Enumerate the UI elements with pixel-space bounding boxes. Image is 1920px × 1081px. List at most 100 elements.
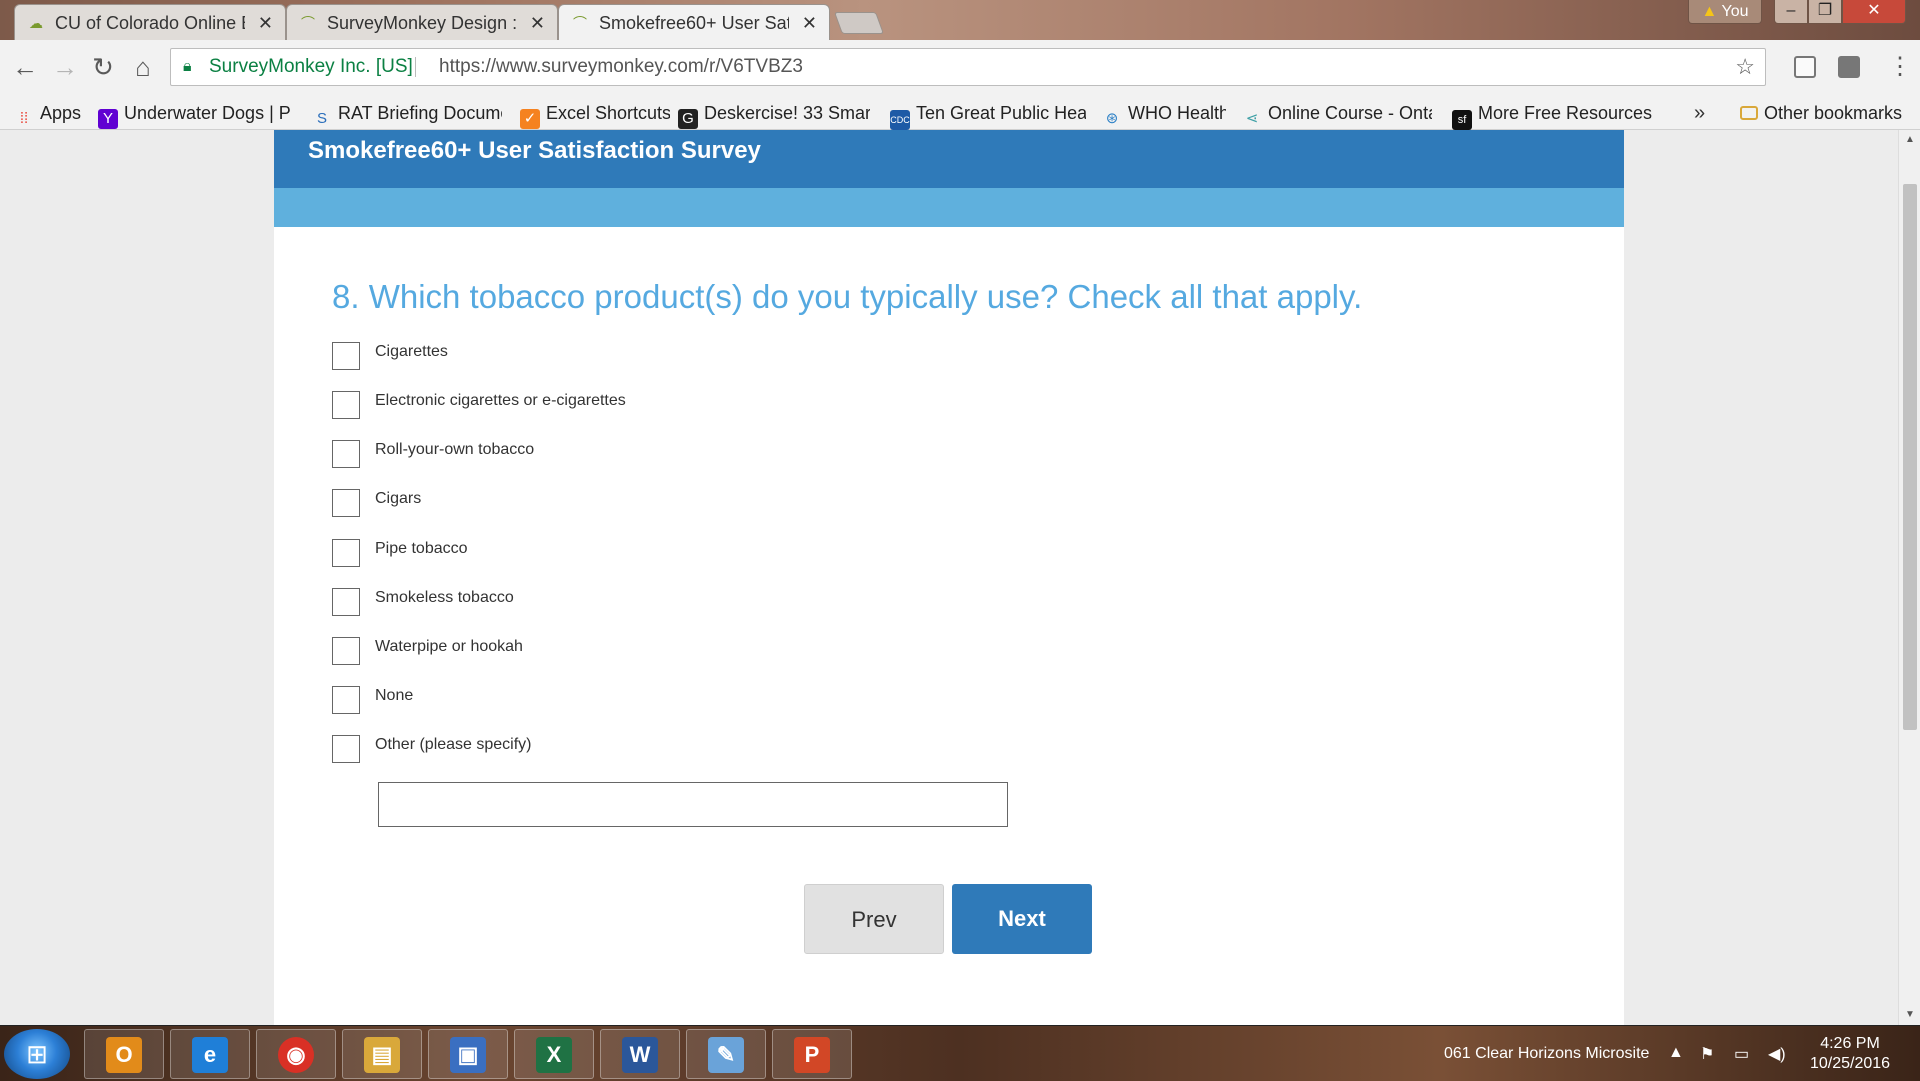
checkbox[interactable]	[332, 735, 360, 763]
question-title: 8. Which tobacco product(s) do you typic…	[332, 278, 1363, 315]
checkbox[interactable]	[332, 637, 360, 665]
bookmark-who-health[interactable]: ⊛ WHO Health	[1102, 96, 1226, 130]
site-identity[interactable]: SurveyMonkey Inc. [US]	[209, 49, 413, 85]
menu-dots-icon[interactable]: ⋮	[1888, 50, 1912, 84]
bookmark-apps[interactable]: ⁞⁞ Apps	[14, 96, 84, 130]
chrome-icon: ◉	[278, 1037, 314, 1073]
prev-button[interactable]: Prev	[804, 884, 944, 954]
checkbox[interactable]	[332, 391, 360, 419]
bookmarks-overflow-icon[interactable]: »	[1694, 96, 1705, 130]
extension-pocket-icon[interactable]	[1838, 56, 1860, 78]
taskbar-remote-desktop[interactable]: ▣	[428, 1029, 508, 1079]
option-label: Smokeless tobacco	[375, 589, 514, 606]
yahoo-icon: Y	[98, 109, 118, 129]
tab-title: SurveyMonkey Design : S	[327, 13, 517, 33]
home-icon[interactable]: ⌂	[126, 50, 160, 84]
checkbox[interactable]	[332, 539, 360, 567]
checkbox[interactable]	[332, 686, 360, 714]
who-icon: ⊛	[1105, 110, 1119, 127]
warning-icon: ▲	[1701, 3, 1718, 20]
close-icon[interactable]: ✕	[802, 5, 817, 41]
scroll-thumb[interactable]	[1903, 184, 1917, 730]
bookmark-label: WHO Health	[1128, 103, 1226, 123]
address-bar[interactable]: 🔒︎ SurveyMonkey Inc. [US] https://www.su…	[170, 48, 1766, 86]
other-bookmarks[interactable]: Other bookmarks	[1740, 96, 1918, 130]
extension-page-icon[interactable]	[1794, 56, 1816, 78]
internet-explorer-icon: e	[192, 1037, 228, 1073]
windows-taskbar: ⊞ O e ◉ ▤ ▣ X W ✎ P 061 Clear Horizons M…	[0, 1025, 1920, 1081]
clock-time: 4:26 PM	[1820, 1035, 1880, 1052]
address-separator	[415, 57, 416, 77]
user-profile-badge[interactable]: ▲ You	[1688, 0, 1762, 24]
vertical-scrollbar[interactable]: ▲ ▼	[1898, 130, 1920, 1025]
browser-toolbar: ← → ↻ ⌂ 🔒︎ SurveyMonkey Inc. [US] https:…	[0, 40, 1920, 96]
checkbox[interactable]	[332, 489, 360, 517]
taskbar-word[interactable]: W	[600, 1029, 680, 1079]
volume-icon[interactable]: ◀)	[1768, 1044, 1786, 1064]
back-arrow-icon[interactable]: ←	[8, 50, 42, 84]
taskbar-powerpoint[interactable]: P	[772, 1029, 852, 1079]
folder-icon	[1740, 106, 1758, 120]
next-button[interactable]: Next	[952, 884, 1092, 954]
option-label: Electronic cigarettes or e-cigarettes	[375, 392, 626, 409]
tab-smokefree-survey[interactable]: ⌒ Smokefree60+ User Satis ✕	[558, 4, 830, 41]
reload-icon[interactable]: ↻	[86, 50, 120, 84]
option-label: None	[375, 687, 414, 704]
taskbar-paint[interactable]: ✎	[686, 1029, 766, 1079]
survey-header: Smokefree60+ User Satisfaction Survey	[274, 130, 1624, 188]
action-center-flag-icon[interactable]: ⚑	[1700, 1044, 1714, 1064]
survey-progress-band	[274, 188, 1624, 227]
bookmark-label: Underwater Dogs | Ph	[124, 103, 290, 123]
url-text[interactable]: https://www.surveymonkey.com/r/V6TVBZ3	[439, 49, 803, 85]
survey-title: Smokefree60+ User Satisfaction Survey	[308, 137, 761, 164]
browser-tab-strip: ☁ CU of Colorado Online B ✕ ⌒ SurveyMonk…	[0, 0, 1920, 41]
bookmark-star-icon[interactable]: ☆	[1735, 49, 1755, 85]
word-icon: W	[622, 1037, 658, 1073]
cu-icon: ☁	[29, 15, 43, 31]
apps-grid-icon: ⁞⁞	[19, 110, 29, 127]
close-window-button[interactable]: ✕	[1842, 0, 1906, 24]
option-label: Waterpipe or hookah	[375, 638, 523, 655]
taskbar-file-explorer[interactable]: ▤	[342, 1029, 422, 1079]
taskbar-internet-explorer[interactable]: e	[170, 1029, 250, 1079]
scroll-down-arrow-icon[interactable]: ▼	[1899, 1007, 1920, 1023]
other-specify-input[interactable]	[378, 782, 1008, 827]
bookmark-underwater-dogs[interactable]: Y Underwater Dogs | Ph	[98, 96, 290, 130]
tab-cu-colorado[interactable]: ☁ CU of Colorado Online B ✕	[14, 4, 286, 40]
checkbox[interactable]	[332, 588, 360, 616]
taskbar-excel[interactable]: X	[514, 1029, 594, 1079]
option-label: Pipe tobacco	[375, 540, 468, 557]
forward-arrow-icon[interactable]: →	[48, 50, 82, 84]
page-viewport: Smokefree60+ User Satisfaction Survey 8.…	[0, 130, 1898, 1025]
minimize-window-button[interactable]: –	[1774, 0, 1808, 24]
new-tab-button[interactable]	[833, 12, 885, 34]
show-hidden-icons-icon[interactable]: ▲	[1668, 1044, 1684, 1062]
taskbar-outlook[interactable]: O	[84, 1029, 164, 1079]
surveymonkey-icon: ⌒	[301, 15, 315, 31]
checkbox[interactable]	[332, 342, 360, 370]
paint-icon: ✎	[708, 1037, 744, 1073]
bookmark-online-course[interactable]: ⋖ Online Course - Ontar	[1242, 96, 1432, 130]
bookmark-deskercise[interactable]: G Deskercise! 33 Smart	[678, 96, 870, 130]
taskbar-toolbar-label[interactable]: 061 Clear Horizons Microsite	[1444, 1026, 1649, 1081]
close-icon[interactable]: ✕	[258, 5, 273, 40]
bookmark-ten-great-public-health[interactable]: CDC Ten Great Public Heal	[890, 96, 1086, 130]
user-badge-label: You	[1721, 3, 1749, 20]
checkbox[interactable]	[332, 440, 360, 468]
tab-surveymonkey-design[interactable]: ⌒ SurveyMonkey Design : S ✕	[286, 4, 558, 40]
bookmark-more-free-resources[interactable]: sf More Free Resources	[1452, 96, 1652, 130]
maximize-window-button[interactable]: ❐	[1808, 0, 1842, 24]
tab-title: CU of Colorado Online B	[55, 13, 245, 33]
close-icon[interactable]: ✕	[530, 5, 545, 40]
system-clock[interactable]: 4:26 PM 10/25/2016	[1800, 1034, 1900, 1074]
bookmark-label: Online Course - Ontar	[1268, 103, 1432, 123]
bookmark-excel-shortcuts[interactable]: ✓ Excel Shortcuts	[520, 96, 670, 130]
taskbar-chrome[interactable]: ◉	[256, 1029, 336, 1079]
scroll-up-arrow-icon[interactable]: ▲	[1899, 132, 1920, 148]
survey-card: Smokefree60+ User Satisfaction Survey 8.…	[274, 130, 1624, 1025]
lock-icon: 🔒︎	[183, 58, 192, 75]
windows-start-button[interactable]: ⊞	[4, 1029, 70, 1079]
outlook-icon: O	[106, 1037, 142, 1073]
network-icon[interactable]: ▭	[1734, 1044, 1749, 1064]
bookmark-rat-briefing[interactable]: S RAT Briefing Documer	[312, 96, 502, 130]
